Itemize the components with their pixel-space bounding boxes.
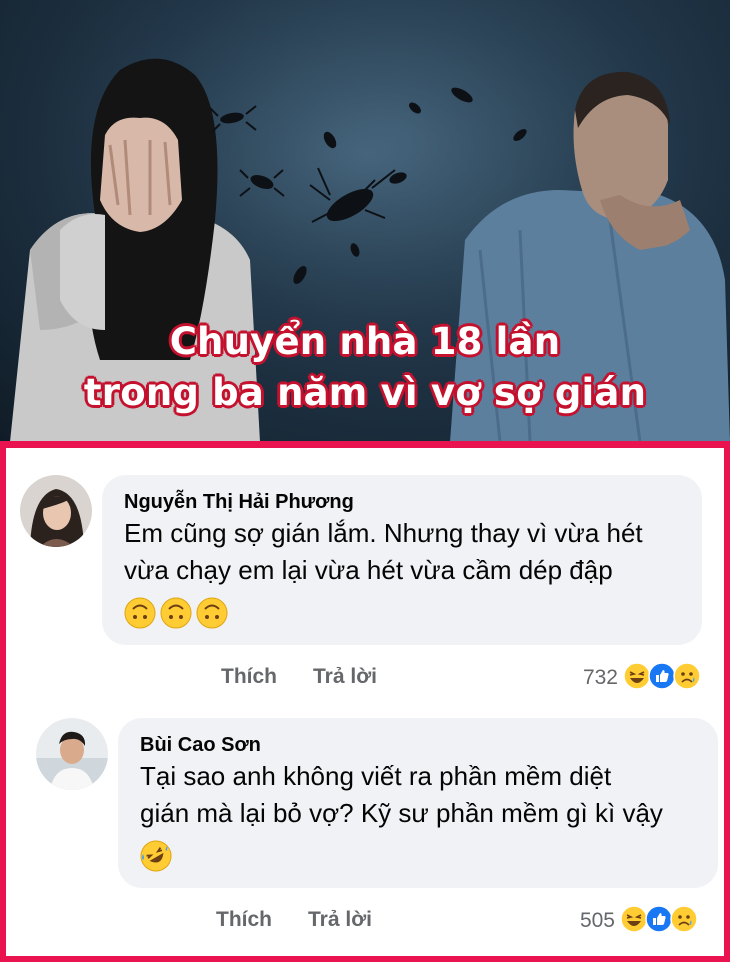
- avatar[interactable]: [20, 475, 92, 547]
- comment-text-line-1: Tại sao anh không viết ra phần mềm diệt: [140, 761, 612, 791]
- sad-icon: [673, 662, 701, 690]
- like-link[interactable]: Thích: [221, 665, 277, 689]
- comment-author[interactable]: Bùi Cao Sơn: [140, 734, 261, 757]
- haha-icon: [620, 905, 648, 933]
- haha-icon: [623, 662, 651, 690]
- reaction-icons[interactable]: [620, 905, 698, 933]
- reaction-icons[interactable]: [623, 662, 701, 690]
- comment-emoji-row: [140, 840, 172, 872]
- reaction-count[interactable]: 732: [546, 666, 618, 690]
- upside-down-face-icon: [124, 597, 156, 629]
- comment-text-line-2: gián mà lại bỏ vợ? Kỹ sư phần mềm gì kì …: [140, 798, 663, 828]
- comment-bubble: Nguyễn Thị Hải Phương Em cũng sợ gián lắ…: [102, 475, 702, 645]
- like-icon: [648, 662, 676, 690]
- reply-link[interactable]: Trả lời: [308, 908, 372, 932]
- reaction-count[interactable]: 505: [543, 909, 615, 933]
- reply-link[interactable]: Trả lời: [313, 665, 377, 689]
- avatar-man-icon: [36, 718, 108, 790]
- avatar-woman-icon: [20, 475, 92, 547]
- like-link[interactable]: Thích: [216, 908, 272, 932]
- headline-line-1: Chuyển nhà 18 lần: [169, 320, 561, 363]
- comments-frame: Nguyễn Thị Hải Phương Em cũng sợ gián lắ…: [0, 441, 730, 962]
- article-banner: Chuyển nhà 18 lần trong ba năm vì vợ sợ …: [0, 0, 730, 442]
- avatar[interactable]: [36, 718, 108, 790]
- comment-text-line-2: vừa chạy em lại vừa hét vừa cầm dép đập: [124, 555, 613, 585]
- upside-down-face-icon: [196, 597, 228, 629]
- like-icon: [645, 905, 673, 933]
- comment-emoji-row: [124, 597, 228, 629]
- comment-bubble: Bùi Cao Sơn Tại sao anh không viết ra ph…: [118, 718, 718, 888]
- sad-icon: [670, 905, 698, 933]
- upside-down-face-icon: [160, 597, 192, 629]
- rolling-on-floor-laughing-icon: [140, 840, 172, 872]
- headline-line-2: trong ba năm vì vợ sợ gián: [83, 371, 647, 414]
- comment-text-line-1: Em cũng sợ gián lắm. Nhưng thay vì vừa h…: [124, 518, 643, 548]
- comment-author[interactable]: Nguyễn Thị Hải Phương: [124, 491, 354, 514]
